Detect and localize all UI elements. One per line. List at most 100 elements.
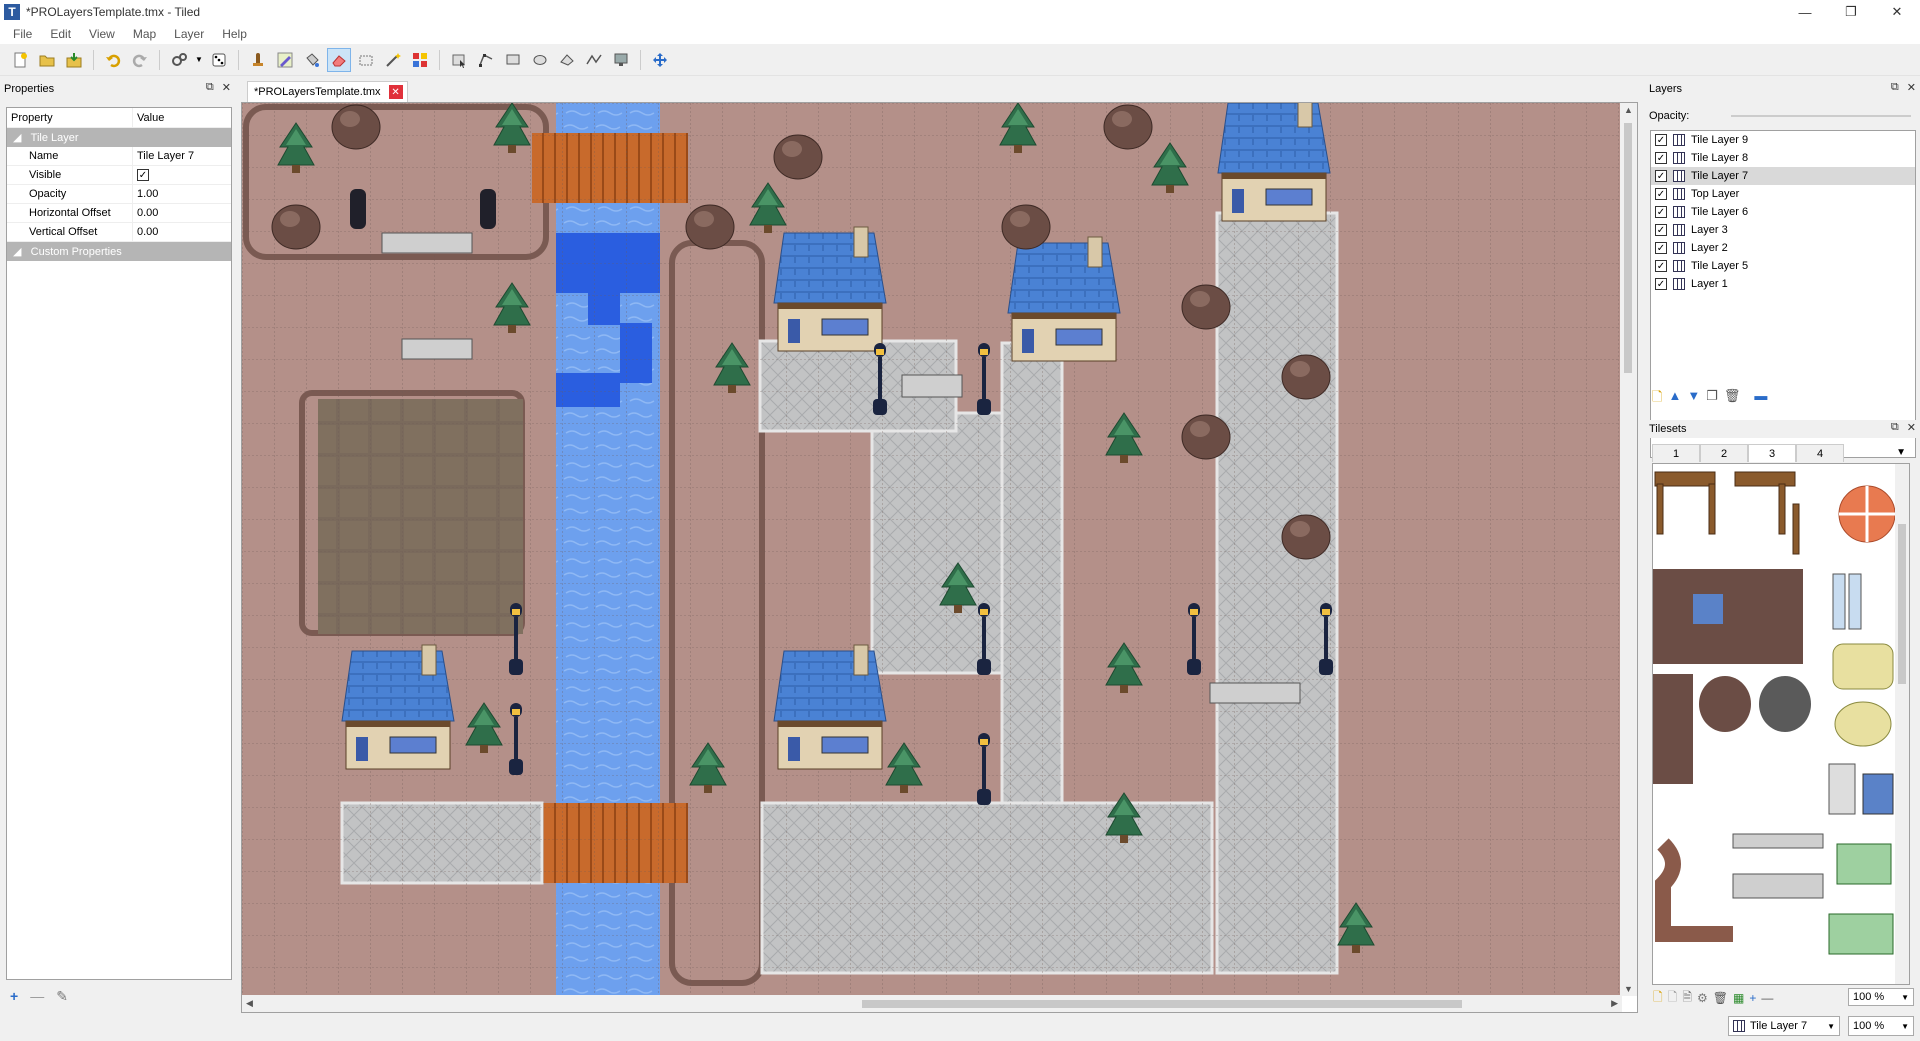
lower-layer-icon[interactable]: ▼: [1687, 388, 1700, 410]
current-layer-select[interactable]: Tile Layer 7 ▼: [1728, 1016, 1840, 1036]
tileset-properties-icon[interactable]: ⚙: [1697, 991, 1708, 1005]
undo-icon[interactable]: [101, 48, 125, 72]
layer-item[interactable]: ✓ Tile Layer 5: [1651, 257, 1915, 275]
map-view[interactable]: ▲ ▼ ◀ ▶: [241, 102, 1638, 1013]
layer-item[interactable]: ✓ Tile Layer 8: [1651, 149, 1915, 167]
chevron-down-icon[interactable]: ▼: [1896, 447, 1906, 458]
property-name-value[interactable]: Tile Layer 7: [132, 147, 231, 165]
layer-item[interactable]: ✓ Layer 3: [1651, 221, 1915, 239]
opacity-slider[interactable]: [1731, 115, 1911, 117]
float-panel-icon[interactable]: ⧉: [1891, 421, 1899, 434]
edit-terrain-icon[interactable]: ▦: [1733, 991, 1744, 1005]
tileset-zoom-select[interactable]: 100 % ▼: [1848, 988, 1914, 1006]
add-property-icon[interactable]: +: [10, 988, 18, 1005]
layer-item-selected[interactable]: ✓ Tile Layer 7: [1651, 167, 1915, 185]
move-icon[interactable]: [648, 48, 672, 72]
duplicate-layer-icon[interactable]: ❐: [1706, 388, 1718, 410]
column-value[interactable]: Value: [132, 108, 231, 127]
delete-tileset-icon[interactable]: 🗑: [1713, 991, 1728, 1005]
property-opacity-value[interactable]: 1.00: [132, 185, 231, 203]
group-tile-layer[interactable]: ◢ Tile Layer: [7, 128, 231, 147]
property-row-name[interactable]: Name Tile Layer 7: [7, 147, 231, 166]
eraser-icon[interactable]: [327, 47, 351, 72]
tileset-scroll-thumb[interactable]: [1898, 524, 1906, 684]
menu-file[interactable]: File: [4, 27, 41, 41]
menu-help[interactable]: Help: [213, 27, 256, 41]
layer-visible-checkbox[interactable]: ✓: [1655, 260, 1667, 272]
insert-rectangle-icon[interactable]: [501, 48, 525, 72]
layer-visible-checkbox[interactable]: ✓: [1655, 188, 1667, 200]
embed-tileset-icon[interactable]: 🗋: [1668, 988, 1678, 1009]
tileset-vertical-scrollbar[interactable]: [1895, 464, 1909, 984]
tileset-tab-selected[interactable]: 3: [1748, 444, 1796, 462]
minimize-button[interactable]: —: [1782, 0, 1828, 24]
terrain-brush-icon[interactable]: [273, 48, 297, 72]
insert-ellipse-icon[interactable]: [528, 48, 552, 72]
magic-wand-icon[interactable]: [381, 48, 405, 72]
edit-polygons-icon[interactable]: [474, 48, 498, 72]
layer-visible-checkbox[interactable]: ✓: [1655, 278, 1667, 290]
bucket-fill-icon[interactable]: [300, 48, 324, 72]
visible-checkbox[interactable]: ✓: [137, 169, 149, 181]
layer-visible-checkbox[interactable]: ✓: [1655, 224, 1667, 236]
tileset-tab[interactable]: 4: [1796, 444, 1844, 462]
layer-visible-checkbox[interactable]: ✓: [1655, 134, 1667, 146]
map-vertical-scroll-thumb[interactable]: [1624, 123, 1632, 373]
layer-item[interactable]: ✓ Tile Layer 9: [1651, 131, 1915, 149]
layer-visible-checkbox[interactable]: ✓: [1655, 170, 1667, 182]
layer-visible-checkbox[interactable]: ✓: [1655, 206, 1667, 218]
menu-edit[interactable]: Edit: [41, 27, 80, 41]
menu-layer[interactable]: Layer: [165, 27, 213, 41]
rectangular-select-icon[interactable]: [354, 48, 378, 72]
menu-map[interactable]: Map: [124, 27, 165, 41]
menu-view[interactable]: View: [80, 27, 124, 41]
tileset-tab[interactable]: 2: [1700, 444, 1748, 462]
close-tab-icon[interactable]: ✕: [388, 85, 403, 99]
group-custom-properties[interactable]: ◢ Custom Properties: [7, 242, 231, 261]
maximize-button[interactable]: ❐: [1828, 0, 1874, 24]
property-row-opacity[interactable]: Opacity 1.00: [7, 185, 231, 204]
close-panel-icon[interactable]: ✕: [1907, 421, 1916, 434]
stamp-brush-icon[interactable]: [246, 48, 270, 72]
layer-visible-checkbox[interactable]: ✓: [1655, 242, 1667, 254]
column-property[interactable]: Property: [7, 112, 132, 124]
document-tab[interactable]: *PROLayersTemplate.tmx ✕: [247, 81, 408, 102]
tileset-image[interactable]: [1653, 464, 1897, 984]
close-panel-icon[interactable]: ✕: [222, 81, 231, 94]
random-mode-icon[interactable]: [207, 48, 231, 72]
export-tileset-icon[interactable]: 🗎: [1682, 988, 1692, 1009]
commands-icon[interactable]: [167, 48, 191, 72]
insert-polygon-icon[interactable]: [555, 48, 579, 72]
insert-tile-icon[interactable]: [609, 48, 633, 72]
property-vertical-offset-value[interactable]: 0.00: [132, 223, 231, 241]
property-horizontal-offset-value[interactable]: 0.00: [132, 204, 231, 222]
float-panel-icon[interactable]: ⧉: [1891, 81, 1899, 94]
tileset-tab[interactable]: 1: [1652, 444, 1700, 462]
select-same-tile-icon[interactable]: [408, 48, 432, 72]
delete-layer-icon[interactable]: 🗑: [1724, 388, 1741, 410]
layer-item[interactable]: ✓ Tile Layer 6: [1651, 203, 1915, 221]
object-select-icon[interactable]: [447, 48, 471, 72]
insert-polyline-icon[interactable]: [582, 48, 606, 72]
open-file-icon[interactable]: [35, 48, 59, 72]
chevron-down-icon[interactable]: ▼: [194, 48, 204, 72]
scroll-up-icon[interactable]: ▲: [1624, 105, 1633, 115]
property-row-horizontal-offset[interactable]: Horizontal Offset 0.00: [7, 204, 231, 223]
zoom-out-icon[interactable]: —: [1761, 991, 1773, 1005]
float-panel-icon[interactable]: ⧉: [206, 81, 214, 94]
map-vertical-scrollbar[interactable]: ▲ ▼: [1620, 103, 1637, 996]
layer-visible-checkbox[interactable]: ✓: [1655, 152, 1667, 164]
new-layer-icon[interactable]: 🗋: [1652, 388, 1662, 410]
tileset-view[interactable]: [1652, 463, 1910, 985]
property-row-vertical-offset[interactable]: Vertical Offset 0.00: [7, 223, 231, 242]
layer-item[interactable]: ✓ Layer 2: [1651, 239, 1915, 257]
rename-property-icon[interactable]: ✎: [56, 988, 68, 1005]
redo-icon[interactable]: [128, 48, 152, 72]
new-tileset-icon[interactable]: 🗋: [1653, 988, 1663, 1009]
map-zoom-select[interactable]: 100 % ▼: [1848, 1016, 1914, 1036]
new-file-icon[interactable]: [8, 48, 32, 72]
scroll-right-icon[interactable]: ▶: [1611, 998, 1618, 1009]
close-window-button[interactable]: ✕: [1874, 0, 1920, 24]
map-horizontal-scroll-thumb[interactable]: [862, 1000, 1462, 1008]
scroll-down-icon[interactable]: ▼: [1624, 984, 1633, 994]
